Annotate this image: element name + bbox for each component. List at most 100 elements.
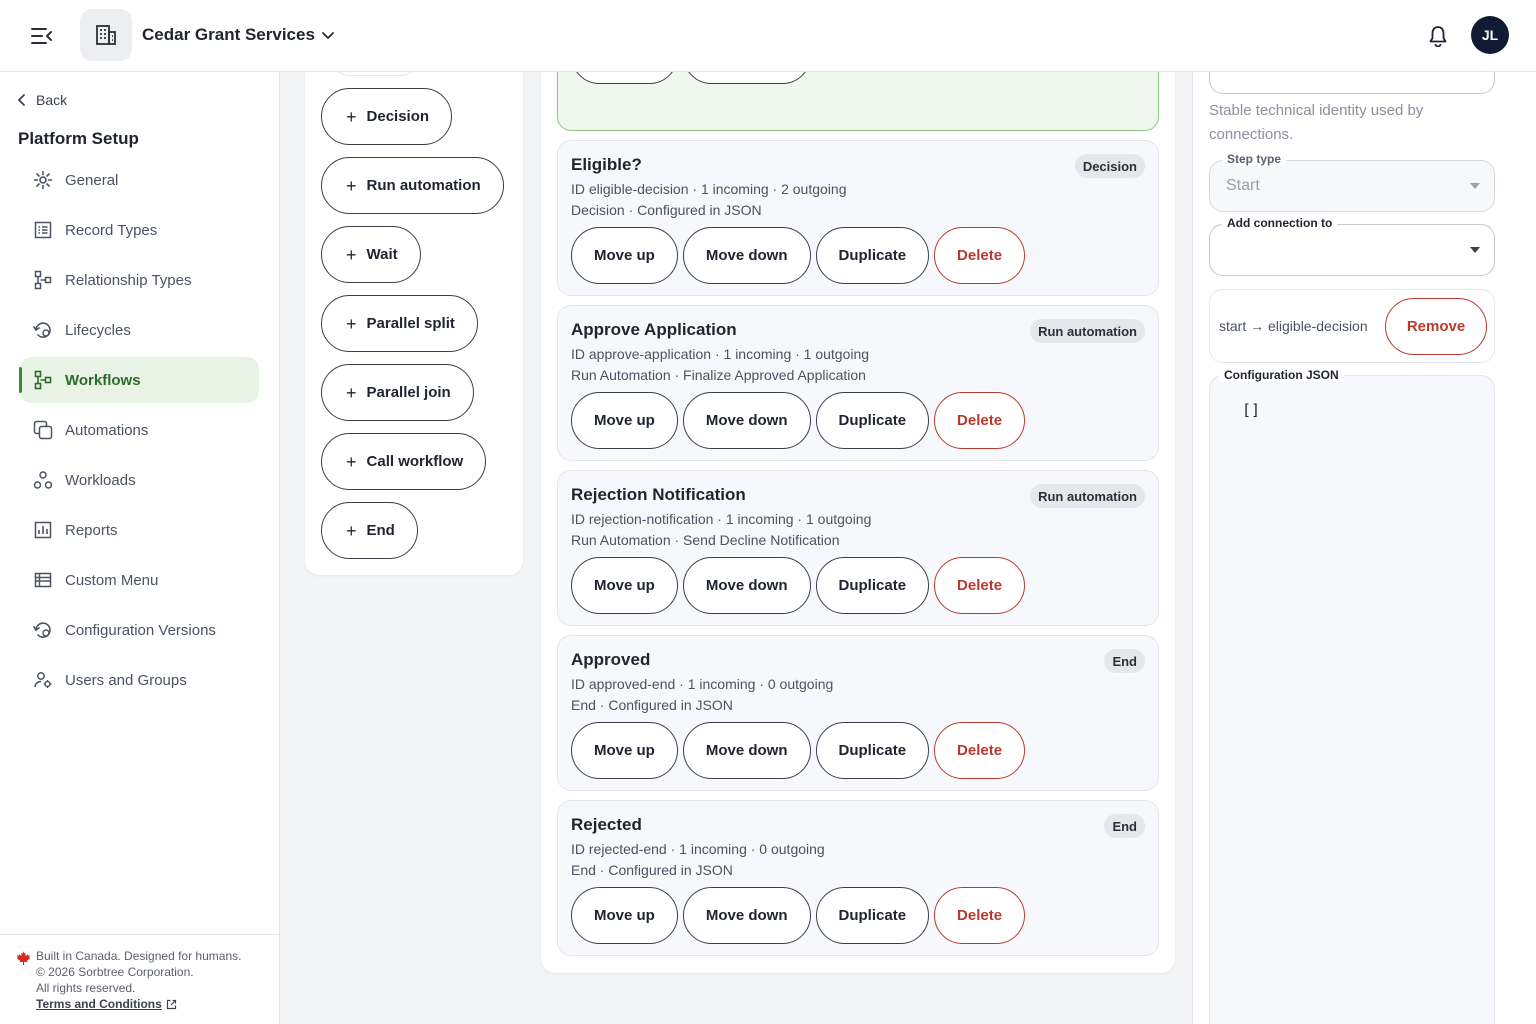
step-title: Rejection Notification: [571, 485, 746, 504]
move-down-button[interactable]: Move down: [682, 722, 811, 779]
palette-label: Parallel join: [366, 384, 451, 401]
step-type-label: Step type: [1222, 152, 1287, 166]
plus-icon: +: [346, 244, 357, 265]
palette-label: Call workflow: [366, 453, 464, 470]
step-card-rejection-notification[interactable]: Rejection Notification Run automation ID…: [557, 470, 1159, 626]
history-icon: [33, 620, 53, 640]
step-card-rejected[interactable]: Rejected End ID rejected-end · 1 incomin…: [557, 800, 1159, 956]
palette-label: Decision: [366, 108, 430, 125]
step-type-badge: End: [1104, 814, 1145, 838]
move-up-button[interactable]: Move up: [571, 722, 678, 779]
add-parallel-join-button[interactable]: + Parallel join: [321, 364, 474, 421]
add-parallel-split-button[interactable]: + Parallel split: [321, 295, 478, 352]
org-name[interactable]: Cedar Grant Services: [142, 25, 315, 45]
step-card-approve-application[interactable]: Approve Application Run automation ID ap…: [557, 305, 1159, 461]
configuration-json-label: Configuration JSON: [1219, 368, 1344, 382]
step-meta-ids: ID eligible-decision · 1 incoming · 2 ou…: [571, 181, 847, 197]
move-up-button[interactable]: Move up: [571, 392, 678, 449]
step-card-eligible[interactable]: Eligible? Decision ID eligible-decision …: [557, 140, 1159, 296]
footer-line-1: Built in Canada. Designed for humans.: [36, 949, 242, 963]
step-actions: Move up Move down Duplicate Delete: [571, 722, 1026, 779]
add-wait-button[interactable]: + Wait: [321, 226, 421, 283]
sidebar-item-label: Custom Menu: [65, 571, 159, 589]
bell-icon[interactable]: [1424, 22, 1452, 50]
plus-icon: +: [346, 520, 357, 541]
step-meta-config: End · Configured in JSON: [571, 862, 733, 878]
step-actions: Move up Move down Duplicate Delete: [571, 227, 1026, 284]
back-link[interactable]: Back: [18, 92, 67, 108]
step-card-approved[interactable]: Approved End ID approved-end · 1 incomin…: [557, 635, 1159, 791]
chevron-left-icon: [18, 94, 25, 106]
delete-button[interactable]: Delete: [934, 227, 1026, 284]
step-title: Approved: [571, 650, 651, 669]
menu-list-icon: [33, 570, 53, 590]
move-down-button[interactable]: Move down: [682, 557, 811, 614]
sidebar-item-workloads[interactable]: Workloads: [20, 457, 259, 503]
maple-leaf-icon: [15, 950, 31, 966]
step-meta-config: Decision · Configured in JSON: [571, 202, 762, 218]
sidebar-item-label: Relationship Types: [65, 271, 192, 289]
move-down-button[interactable]: Move down: [682, 887, 811, 944]
move-up-button[interactable]: Move up: [571, 887, 678, 944]
step-meta: ID approve-application · 1 incoming · 1 …: [571, 344, 869, 386]
duplicate-button[interactable]: Duplicate: [815, 227, 930, 284]
step-actions: Move up Move down Duplicate Delete: [571, 887, 1026, 944]
user-avatar[interactable]: JL: [1471, 16, 1509, 54]
step-meta: ID rejected-end · 1 incoming · 0 outgoin…: [571, 839, 825, 881]
step-meta-config: End · Configured in JSON: [571, 697, 733, 713]
add-run-automation-button[interactable]: + Run automation: [321, 157, 504, 214]
delete-button[interactable]: Delete: [934, 722, 1026, 779]
sidebar-item-relationship-types[interactable]: Relationship Types: [20, 257, 259, 303]
automation-icon: [33, 420, 53, 440]
delete-button[interactable]: Delete: [934, 887, 1026, 944]
add-call-workflow-button[interactable]: + Call workflow: [321, 433, 487, 490]
terms-link[interactable]: Terms and Conditions: [36, 996, 177, 1012]
connection-row: start → eligible-decision Remove: [1209, 289, 1495, 363]
sidebar-item-reports[interactable]: Reports: [20, 507, 259, 553]
sidebar-item-configuration-versions[interactable]: Configuration Versions: [20, 607, 259, 653]
chevron-down-icon[interactable]: [318, 26, 338, 46]
duplicate-button[interactable]: Duplicate: [815, 722, 930, 779]
sidebar-item-record-types[interactable]: Record Types: [20, 207, 259, 253]
sidebar-item-label: Automations: [65, 421, 149, 439]
step-meta-config: Run Automation · Finalize Approved Appli…: [571, 367, 866, 383]
delete-button[interactable]: Delete: [934, 392, 1026, 449]
move-up-button[interactable]: Move up: [571, 227, 678, 284]
sidebar-item-automations[interactable]: Automations: [20, 407, 259, 453]
move-up-button[interactable]: Move up: [571, 557, 678, 614]
building-icon[interactable]: [80, 9, 132, 61]
sidebar-item-workflows[interactable]: Workflows: [19, 357, 259, 403]
sidebar-item-users-and-groups[interactable]: Users and Groups: [20, 657, 259, 703]
remove-connection-button[interactable]: Remove: [1385, 298, 1487, 355]
step-type-badge: Decision: [1074, 154, 1145, 178]
add-end-button[interactable]: + End: [321, 502, 418, 559]
top-bar: Cedar Grant Services JL: [0, 0, 1536, 72]
step-title: Approve Application: [571, 320, 737, 339]
plus-icon: +: [346, 313, 357, 334]
move-down-button[interactable]: Move down: [682, 392, 811, 449]
step-meta: ID rejection-notification · 1 incoming ·…: [571, 509, 871, 551]
step-type-badge: End: [1104, 649, 1145, 673]
sidebar-item-general[interactable]: General: [20, 157, 259, 203]
sidebar-item-label: Record Types: [65, 221, 158, 239]
sidebar-item-lifecycles[interactable]: Lifecycles: [20, 307, 259, 353]
collapse-menu-icon[interactable]: [28, 22, 56, 50]
plus-icon: +: [346, 106, 357, 127]
section-title: Platform Setup: [18, 129, 139, 148]
duplicate-button[interactable]: Duplicate: [815, 557, 930, 614]
step-type-select[interactable]: Step type Start: [1209, 152, 1495, 212]
add-decision-button[interactable]: + Decision: [321, 88, 453, 145]
users-icon: [33, 670, 53, 690]
delete-button[interactable]: Delete: [934, 557, 1026, 614]
move-down-button[interactable]: Move down: [682, 227, 811, 284]
duplicate-button[interactable]: Duplicate: [815, 392, 930, 449]
footer-text: Built in Canada. Designed for humans. © …: [36, 948, 241, 1012]
sidebar-item-custom-menu[interactable]: Custom Menu: [20, 557, 259, 603]
add-connection-select[interactable]: Add connection to: [1209, 216, 1495, 276]
duplicate-button[interactable]: Duplicate: [815, 887, 930, 944]
sidebar-item-label: General: [65, 171, 119, 189]
palette-label: Parallel split: [366, 315, 455, 332]
sidebar-item-label: Reports: [65, 521, 118, 539]
configuration-json-editor[interactable]: Configuration JSON []: [1209, 368, 1495, 1024]
workflow-icon: [33, 370, 53, 390]
